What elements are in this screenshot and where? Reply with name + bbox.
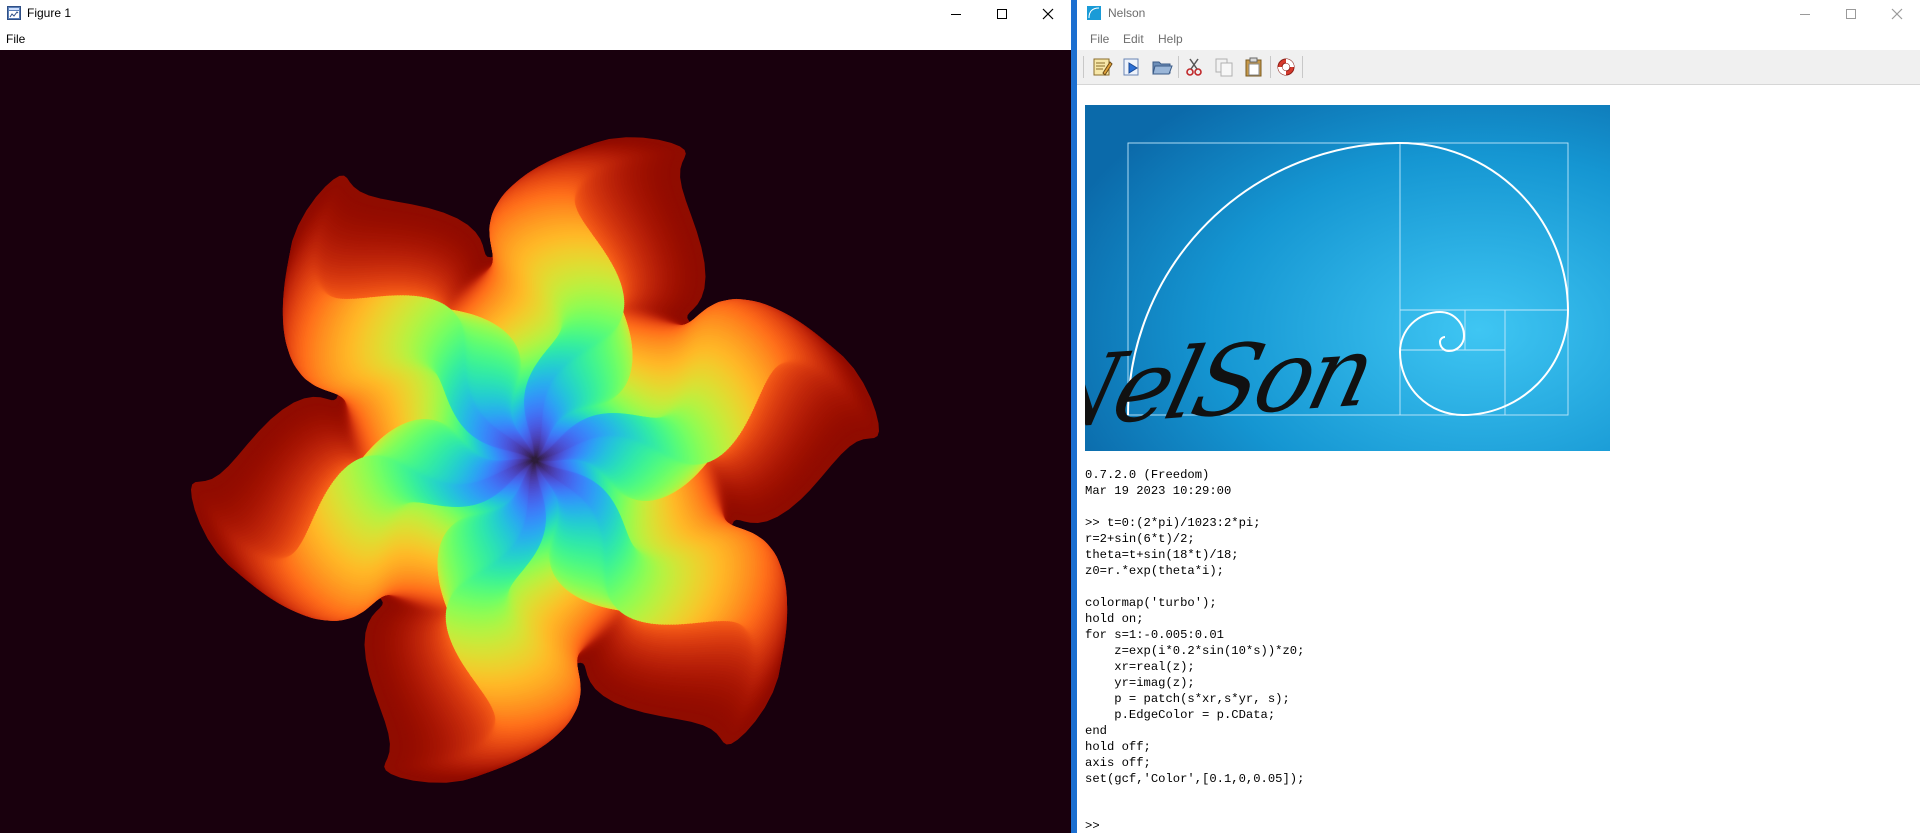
nelson-maximize-button[interactable] [1828,0,1874,28]
console-line: xr=real(z); [1085,660,1195,674]
nelson-menubar: File Edit Help [1077,28,1920,50]
nelson-toolbar [1077,50,1920,85]
console-line: end [1085,724,1107,738]
nelson-close-button[interactable] [1874,0,1920,28]
console-line: colormap('turbo'); [1085,596,1217,610]
console-line: >> t=0:(2*pi)/1023:2*pi; [1085,516,1261,530]
console-line: axis off; [1085,756,1151,770]
nelson-menu-file[interactable]: File [1090,32,1109,46]
minimize-icon [951,14,961,15]
figure-close-button[interactable] [1025,0,1071,28]
cut-icon [1186,58,1202,76]
nelson-window: Nelson File Edit Help NelSon 0.7.2.0 (Fr… [1077,0,1920,833]
console-line: z0=r.*exp(theta*i); [1085,564,1224,578]
minimize-icon [1800,14,1810,15]
run-icon [1123,58,1139,76]
nelson-menu-help[interactable]: Help [1158,32,1183,46]
console-output[interactable]: 0.7.2.0 (Freedom) Mar 19 2023 10:29:00 >> … [1085,467,1905,787]
help-button[interactable] [1274,55,1298,79]
figure-canvas [0,50,1071,833]
console-line: 0.7.2.0 (Freedom) [1085,468,1210,482]
nelson-window-title: Nelson [1108,6,1146,20]
console-line: z=exp(i*0.2*sin(10*s))*z0; [1085,644,1305,658]
console-line: p = patch(s*xr,s*yr, s); [1085,692,1290,706]
console-line: for s=1:-0.005:0.01 [1085,628,1224,642]
close-icon [1042,8,1054,20]
figure-minimize-button[interactable] [933,0,979,28]
nelson-menu-edit[interactable]: Edit [1123,32,1144,46]
figure-app-icon [7,6,21,20]
console-line: hold off; [1085,740,1151,754]
figure-window-title: Figure 1 [27,6,72,20]
maximize-icon [997,9,1007,19]
nelson-banner: NelSon [1085,105,1610,451]
open-folder-icon [1152,61,1173,75]
nelson-app-icon [1087,6,1101,20]
figure-maximize-button[interactable] [979,0,1025,28]
open-folder-button[interactable] [1150,55,1174,79]
console-line: r=2+sin(6*t)/2; [1085,532,1195,546]
run-button[interactable] [1120,55,1144,79]
close-icon [1891,8,1903,20]
maximize-icon [1846,9,1856,19]
console-line: hold on; [1085,612,1144,626]
cut-button[interactable] [1182,55,1206,79]
editor-icon [1093,58,1113,76]
console-line: p.EdgeColor = p.CData; [1085,708,1276,722]
paste-button[interactable] [1242,55,1266,79]
help-lifebuoy-icon [1277,58,1295,76]
nelson-titlebar[interactable]: Nelson [1077,0,1920,28]
copy-button[interactable] [1212,55,1236,79]
console-line: Mar 19 2023 10:29:00 [1085,484,1232,498]
flower-plot [190,137,880,783]
console-line: yr=imag(z); [1085,676,1195,690]
figure-menu-file[interactable]: File [6,32,25,46]
paste-icon [1245,57,1262,77]
figure-menubar: File [0,28,1071,50]
figure-window: Figure 1 File [0,0,1071,833]
console-line: theta=t+sin(18*t)/18; [1085,548,1239,562]
editor-button[interactable] [1090,55,1114,79]
figure-titlebar[interactable]: Figure 1 [0,0,1071,28]
console-prompt[interactable]: >> [1085,819,1100,833]
nelson-minimize-button[interactable] [1782,0,1828,28]
console-line: set(gcf,'Color',[0.1,0,0.05]); [1085,772,1305,786]
copy-icon [1215,58,1233,77]
